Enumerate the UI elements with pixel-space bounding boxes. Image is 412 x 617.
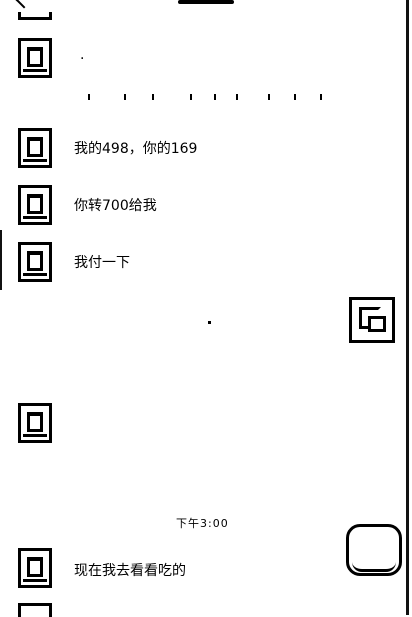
avatar[interactable] (18, 548, 52, 588)
avatar-partial (18, 12, 52, 20)
left-border (0, 230, 2, 290)
message-text: 现在我去看看吃的 (74, 563, 186, 579)
avatar[interactable] (18, 403, 52, 443)
message-text: 我的498，你的169 (74, 141, 198, 157)
message-text: 你转700给我 (74, 198, 157, 214)
message-text: 我付一下 (74, 255, 130, 271)
message-text: · (80, 51, 85, 67)
timestamp: 下午3:00 (176, 517, 229, 530)
title-bar (178, 0, 234, 4)
chat-bubble-inner (352, 548, 396, 572)
right-border (406, 0, 409, 615)
avatar[interactable] (18, 128, 52, 168)
chat-screen: · 我的498，你的169 你转700给我 我付一下 下午3:00 现在我去看看… (0, 0, 412, 617)
recalled-notice (86, 94, 326, 100)
avatar[interactable] (18, 185, 52, 225)
transfer-icon[interactable] (349, 297, 395, 343)
avatar[interactable] (18, 242, 52, 282)
back-icon[interactable] (15, 0, 33, 9)
divider-dot (208, 321, 211, 324)
avatar[interactable] (18, 38, 52, 78)
